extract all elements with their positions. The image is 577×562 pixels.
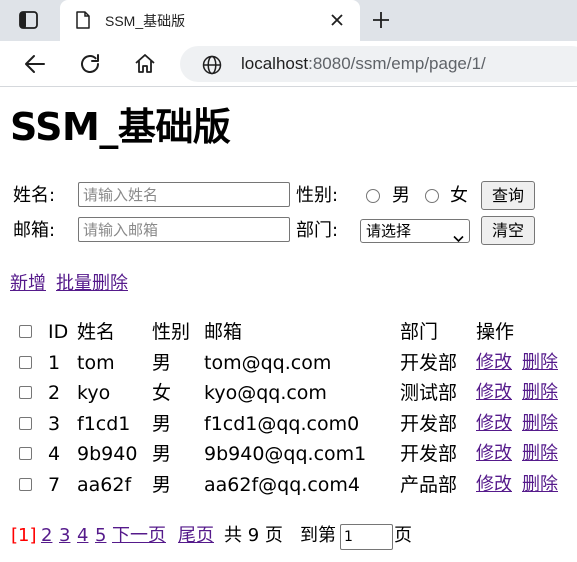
header-name: 姓名 <box>77 321 116 343</box>
row-name: aa62f <box>77 474 132 496</box>
browser-tab[interactable]: SSM_基础版 <box>60 0 360 41</box>
reload-icon[interactable] <box>78 52 102 76</box>
row-checkbox[interactable] <box>19 447 32 460</box>
delete-link[interactable]: 删除 <box>522 473 558 497</box>
header-dept: 部门 <box>400 321 439 343</box>
browser-toolbar: localhost:8080/ssm/emp/page/1/ <box>0 41 577 87</box>
close-icon[interactable] <box>329 12 345 28</box>
row-gender: 男 <box>152 443 172 465</box>
row-gender: 女 <box>152 382 172 404</box>
select-all-checkbox[interactable] <box>19 325 32 338</box>
delete-link[interactable]: 删除 <box>522 381 558 405</box>
gender-male-label: 男 <box>392 185 410 206</box>
row-email: f1cd1@qq.com0 <box>204 413 360 435</box>
page-link[interactable]: 5 <box>95 524 106 548</box>
row-name: f1cd1 <box>77 413 131 435</box>
row-checkbox[interactable] <box>19 478 32 491</box>
address-bar[interactable]: localhost:8080/ssm/emp/page/1/ <box>180 46 577 82</box>
header-email: 邮箱 <box>204 321 243 343</box>
name-label: 姓名: <box>13 185 56 206</box>
chevron-down-icon <box>453 227 464 249</box>
row-checkbox[interactable] <box>19 417 32 430</box>
tab-actions-icon[interactable] <box>19 11 38 29</box>
row-email: aa62f@qq.com4 <box>204 474 360 496</box>
gender-male-radio[interactable] <box>366 189 380 203</box>
delete-link[interactable]: 删除 <box>522 412 558 436</box>
row-name: tom <box>77 352 115 374</box>
row-id: 2 <box>48 382 61 404</box>
row-id: 4 <box>48 443 61 465</box>
dept-select[interactable]: 请选择 <box>360 219 470 243</box>
name-input[interactable] <box>78 182 290 207</box>
gender-label: 性别: <box>296 185 339 206</box>
page-title: SSM_基础版 <box>10 105 231 149</box>
edit-link[interactable]: 修改 <box>476 381 512 405</box>
edit-link[interactable]: 修改 <box>476 351 512 375</box>
page-content: SSM_基础版 姓名: 性别: 男 女 查询 邮箱: 部门: 请选择 清空 新增… <box>0 88 577 562</box>
row-id: 7 <box>48 474 61 496</box>
goto-page-input[interactable] <box>340 524 393 550</box>
globe-icon <box>202 55 222 79</box>
row-email: 9b940@qq.com1 <box>204 443 367 465</box>
dept-label: 部门: <box>296 220 339 241</box>
row-dept: 开发部 <box>400 413 458 435</box>
row-email: tom@qq.com <box>204 352 332 374</box>
row-dept: 产品部 <box>400 474 458 496</box>
edit-link[interactable]: 修改 <box>476 473 512 497</box>
browser-tabstrip: SSM_基础版 <box>0 0 577 41</box>
row-checkbox[interactable] <box>19 356 32 369</box>
page-link[interactable]: 4 <box>77 524 88 548</box>
gender-female-label: 女 <box>450 185 468 206</box>
delete-link[interactable]: 删除 <box>522 442 558 466</box>
url-text: localhost:8080/ssm/emp/page/1/ <box>241 54 486 73</box>
row-dept: 测试部 <box>400 382 458 404</box>
row-gender: 男 <box>152 352 172 374</box>
edit-link[interactable]: 修改 <box>476 442 512 466</box>
row-name: kyo <box>77 382 111 404</box>
row-gender: 男 <box>152 474 172 496</box>
back-arrow-icon[interactable] <box>23 52 47 76</box>
row-email: kyo@qq.com <box>204 382 327 404</box>
home-icon[interactable] <box>133 52 157 76</box>
delete-link[interactable]: 删除 <box>522 351 558 375</box>
header-id: ID <box>48 321 69 343</box>
email-label: 邮箱: <box>13 220 56 241</box>
clear-button[interactable]: 清空 <box>481 216 535 245</box>
row-dept: 开发部 <box>400 443 458 465</box>
batch-delete-link[interactable]: 批量删除 <box>56 272 128 296</box>
total-pages: 共 9 页 <box>224 525 283 546</box>
row-id: 3 <box>48 413 61 435</box>
last-page-link[interactable]: 尾页 <box>178 524 214 548</box>
edit-link[interactable]: 修改 <box>476 412 512 436</box>
page-link[interactable]: 3 <box>59 524 70 548</box>
new-tab-icon[interactable] <box>371 10 391 30</box>
row-dept: 开发部 <box>400 352 458 374</box>
row-id: 1 <box>48 352 61 374</box>
add-link[interactable]: 新增 <box>10 272 46 296</box>
page-link[interactable]: 2 <box>41 524 52 548</box>
current-page: [1] <box>11 525 37 546</box>
header-actions: 操作 <box>476 321 515 343</box>
email-input[interactable] <box>78 217 290 242</box>
next-page-link[interactable]: 下一页 <box>112 524 166 548</box>
tab-title: SSM_基础版 <box>105 13 186 29</box>
row-checkbox[interactable] <box>19 386 32 399</box>
goto-label: 到第 <box>300 525 336 546</box>
row-name: 9b940 <box>77 443 138 465</box>
page-suffix: 页 <box>394 525 412 546</box>
page-icon <box>76 11 90 33</box>
query-button[interactable]: 查询 <box>481 181 535 210</box>
gender-female-radio[interactable] <box>425 189 439 203</box>
row-gender: 男 <box>152 413 172 435</box>
header-gender: 性别 <box>152 321 191 343</box>
dept-select-value: 请选择 <box>366 222 412 240</box>
